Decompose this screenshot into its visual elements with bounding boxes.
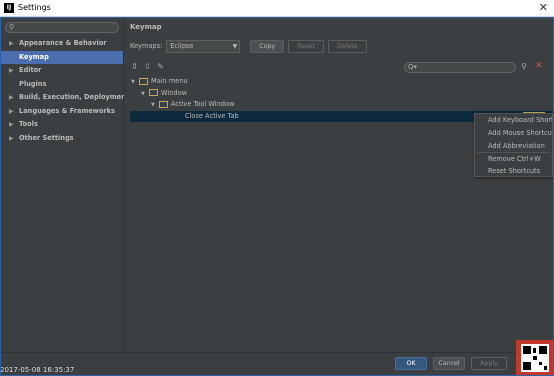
apply-button[interactable]: Apply — [471, 357, 507, 370]
menu-item-reset-shortcuts[interactable]: Reset Shortcuts — [475, 165, 552, 176]
keymaps-label: Keymaps: — [130, 42, 163, 50]
sidebar-item-label: Build, Execution, Deployment — [19, 93, 129, 101]
title-bar: IJ Settings ✕ — [0, 0, 554, 17]
sidebar-item-plugins[interactable]: Plugins — [1, 78, 123, 92]
reset-button[interactable]: Reset — [288, 39, 324, 53]
chevron-right-icon: ▶ — [9, 121, 14, 128]
find-actions-input[interactable]: Q▾ — [404, 62, 516, 73]
sidebar-item-label: Languages & Frameworks — [19, 106, 115, 115]
timestamp-watermark: 2017-05-08 16:35:37 — [0, 366, 75, 374]
page-title: Keymap — [130, 23, 162, 31]
app-icon: IJ — [4, 3, 14, 13]
dialog-footer: OK Cancel Apply — [1, 352, 553, 375]
qr-code-image — [521, 344, 549, 372]
chevron-right-icon: ▶ — [9, 67, 14, 74]
search-icon: ⚲ — [9, 23, 15, 31]
cancel-button[interactable]: Cancel — [433, 357, 465, 370]
ok-button[interactable]: OK — [395, 357, 427, 370]
menu-item-remove-shortcut[interactable]: Remove Ctrl+W — [475, 153, 552, 165]
sidebar-item-label: Tools — [19, 120, 38, 128]
sidebar-item-tools[interactable]: ▶ Tools — [1, 118, 123, 132]
edit-icon[interactable]: ✎ — [156, 62, 165, 72]
sidebar-item-languages[interactable]: ▶ Languages & Frameworks — [1, 105, 123, 119]
tree-node-label: Window — [161, 88, 187, 97]
tree-node-active-tool-window[interactable]: ▼ Active Tool Window — [130, 99, 553, 111]
menu-item-add-mouse-shortcut[interactable]: Add Mouse Shortcut — [475, 127, 552, 140]
keymap-select[interactable]: Eclipse ▼ — [166, 39, 241, 53]
context-menu: Add Keyboard Shortcut Add Mouse Shortcut… — [474, 113, 553, 177]
tree-node-window[interactable]: ▼ Window — [130, 88, 553, 100]
sidebar-item-build[interactable]: ▶ Build, Execution, Deployment — [1, 91, 129, 105]
keymap-panel: Keymap Keymaps: Eclipse ▼ Copy Reset Del… — [124, 17, 553, 352]
settings-nav: ▶ Appearance & Behavior Keymap ▶ Editor Pl… — [1, 37, 129, 146]
delete-button[interactable]: Delete — [327, 39, 367, 53]
chevron-right-icon: ▶ — [9, 40, 14, 47]
find-by-shortcut-icon[interactable]: ⚲ — [521, 62, 527, 71]
settings-sidebar: ⚲ ▶ Appearance & Behavior Keymap ▶ Editor … — [1, 17, 129, 352]
chevron-down-icon: ▼ — [232, 42, 238, 50]
search-icon: Q▾ — [408, 63, 418, 71]
sidebar-item-label: Keymap — [19, 52, 49, 61]
keymaps-row: Keymaps: Eclipse ▼ Copy Reset Delete — [130, 39, 367, 53]
window-title: Settings — [18, 3, 51, 12]
sidebar-item-editor[interactable]: ▶ Editor — [1, 64, 123, 78]
tree-toolbar: ⇕ ⇳ ✎ — [130, 62, 165, 74]
tree-node-label: Close Active Tab — [185, 111, 239, 120]
folder-icon — [149, 89, 158, 96]
settings-search-input[interactable]: ⚲ — [5, 22, 119, 33]
sidebar-item-other[interactable]: ▶ Other Settings — [1, 132, 123, 146]
clear-filter-icon[interactable]: ✕ — [535, 61, 543, 71]
tree-node-label: Main menu — [151, 77, 188, 85]
sidebar-item-label: Other Settings — [19, 133, 74, 142]
sidebar-item-label: Appearance & Behavior — [19, 39, 107, 47]
expand-all-icon[interactable]: ⇕ — [130, 62, 139, 72]
sidebar-item-label: Editor — [19, 66, 42, 74]
chevron-right-icon: ▶ — [9, 107, 14, 115]
tree-node-main-menu[interactable]: ▼ Main menu — [130, 76, 553, 88]
close-icon[interactable]: ✕ — [539, 1, 548, 15]
chevron-right-icon: ▶ — [9, 134, 14, 142]
sidebar-item-keymap[interactable]: Keymap — [1, 50, 123, 64]
chevron-right-icon: ▶ — [9, 94, 14, 101]
tree-node-label: Active Tool Window — [171, 100, 235, 108]
keymap-select-value: Eclipse — [170, 41, 194, 50]
menu-item-add-keyboard-shortcut[interactable]: Add Keyboard Shortcut — [475, 114, 552, 127]
copy-button[interactable]: Copy — [250, 39, 285, 53]
sidebar-item-label: Plugins — [19, 79, 47, 88]
folder-icon — [159, 100, 168, 108]
collapse-all-icon[interactable]: ⇳ — [143, 62, 152, 72]
sidebar-item-appearance[interactable]: ▶ Appearance & Behavior — [1, 37, 123, 51]
menu-item-add-abbreviation[interactable]: Add Abbreviation — [475, 140, 552, 152]
folder-icon — [139, 77, 148, 85]
